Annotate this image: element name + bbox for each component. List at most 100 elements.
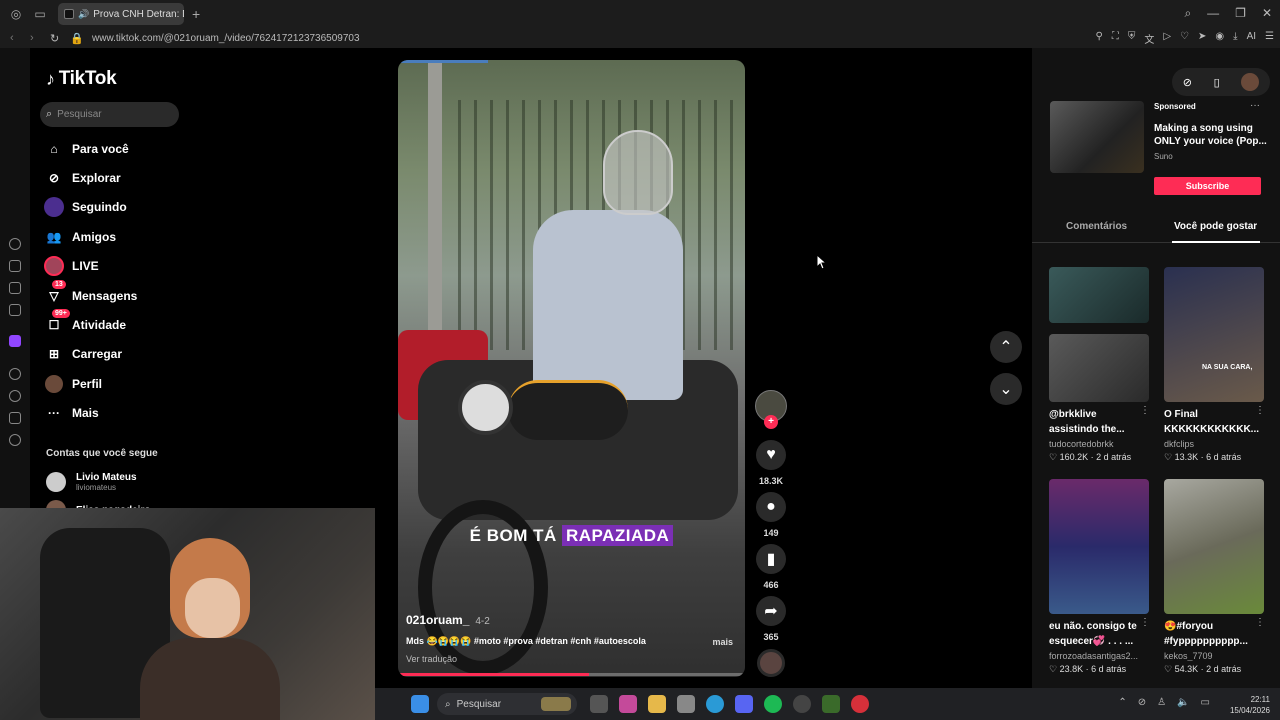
- history-icon[interactable]: [9, 238, 21, 250]
- heart-icon[interactable]: ♡: [1180, 31, 1189, 46]
- compass-icon[interactable]: ⊘: [1183, 76, 1192, 89]
- ad-title[interactable]: Making a song using ONLY your voice (Pop…: [1154, 122, 1269, 148]
- like-button[interactable]: ♥: [756, 440, 786, 470]
- device-icon[interactable]: ▯: [1214, 76, 1220, 89]
- card-author[interactable]: kekos_7709: [1164, 651, 1264, 661]
- volume-icon[interactable]: 🔈: [1177, 697, 1189, 708]
- back-icon[interactable]: ‹: [10, 32, 20, 44]
- search-input[interactable]: [57, 109, 168, 120]
- sound-disc-icon[interactable]: [757, 649, 785, 677]
- comment-button[interactable]: ●: [756, 492, 786, 522]
- edge-icon[interactable]: [706, 695, 724, 713]
- follow-plus-button[interactable]: +: [764, 415, 778, 429]
- video-player[interactable]: É BOM TÁ RAPAZIADA 021oruam_ 4-2 Mds 😂😭😭😭…: [398, 60, 745, 677]
- task-view-icon[interactable]: [590, 695, 608, 713]
- file-explorer-icon[interactable]: [648, 695, 666, 713]
- store-icon[interactable]: [677, 695, 695, 713]
- browser-tab[interactable]: 🔊 Prova CNH Detran: Di: [58, 3, 184, 25]
- card-author[interactable]: tudocortedobrkk: [1049, 439, 1149, 449]
- bag-icon[interactable]: [9, 260, 21, 272]
- new-tab-button[interactable]: +: [192, 6, 200, 22]
- mic-icon[interactable]: ♙: [1157, 697, 1166, 708]
- notes-icon[interactable]: [9, 282, 21, 294]
- next-video-button[interactable]: ⌄: [990, 373, 1022, 405]
- menu-icon[interactable]: ☰: [1265, 31, 1274, 46]
- video-author[interactable]: 021oruam_ 4-2: [406, 613, 490, 627]
- shield-icon[interactable]: ⛨: [1128, 31, 1136, 46]
- extensions-icon[interactable]: [9, 412, 21, 424]
- nav-activity[interactable]: ☐ 99+ Atividade: [44, 309, 126, 336]
- ad-options-icon[interactable]: ···: [1250, 100, 1260, 111]
- nav-profile[interactable]: Perfil: [44, 373, 102, 395]
- tab-comments[interactable]: Comentários: [1066, 221, 1127, 232]
- more-link[interactable]: mais: [712, 637, 733, 647]
- settings-icon[interactable]: [9, 434, 21, 446]
- player-icon[interactable]: [9, 368, 21, 380]
- heart-outline-icon: ♡: [1164, 452, 1175, 462]
- speaker-icon[interactable]: 🔊: [78, 9, 89, 20]
- windows-start-icon[interactable]: [411, 695, 429, 713]
- play-icon[interactable]: ▷: [1163, 31, 1171, 46]
- close-button[interactable]: ✕: [1262, 6, 1272, 21]
- nav-explore[interactable]: ⊘ Explorar: [44, 167, 121, 189]
- minimize-button[interactable]: —: [1207, 6, 1219, 21]
- nav-friends[interactable]: 👥 Amigos: [44, 226, 117, 248]
- nav-more[interactable]: ··· Mais: [44, 402, 99, 424]
- nav-live[interactable]: LIVE: [44, 255, 99, 277]
- avatar[interactable]: [1241, 73, 1260, 91]
- mail-icon[interactable]: [9, 304, 21, 316]
- pin-icon[interactable]: ⚲: [1096, 31, 1103, 46]
- nav-upload[interactable]: ⊞ Carregar: [44, 343, 122, 365]
- browser-logo-icon[interactable]: ◎: [8, 6, 24, 22]
- taskbar-search[interactable]: ⌕ Pesquisar: [437, 693, 577, 715]
- card-options-icon[interactable]: ⋮: [1255, 405, 1280, 416]
- account-icon[interactable]: ◉: [1215, 31, 1224, 46]
- tab-you-may-like[interactable]: Você pode gostar: [1174, 221, 1257, 232]
- search-icon[interactable]: ⌕: [1184, 6, 1191, 21]
- clock-icon[interactable]: [9, 390, 21, 402]
- spotify-icon[interactable]: [764, 695, 782, 713]
- card-author[interactable]: dkfclips: [1164, 439, 1264, 449]
- nav-for-you[interactable]: ⌂ Para você: [44, 138, 128, 160]
- recommended-video-card[interactable]: NA SUA CARA, O Final KKKKKKKKKKKK... dkf…: [1164, 267, 1264, 463]
- discord-icon[interactable]: [735, 695, 753, 713]
- card-options-icon[interactable]: ⋮: [1255, 617, 1280, 628]
- recommended-video-card[interactable]: 😍#foryou #fypppppppppp... kekos_7709 ♡ 5…: [1164, 479, 1264, 675]
- video-progress-bar[interactable]: [398, 673, 745, 676]
- recommended-video-card[interactable]: eu não. consigo te esquecer💞 . . . ... f…: [1049, 479, 1149, 675]
- nav-following[interactable]: Seguindo: [44, 196, 127, 218]
- card-author[interactable]: forrozoadasantigas2...: [1049, 651, 1149, 661]
- translate-icon[interactable]: 文: [1144, 31, 1154, 46]
- url-field[interactable]: www.tiktok.com/@021oruam_/video/76241721…: [92, 33, 360, 44]
- previous-video-button[interactable]: ⌃: [990, 331, 1022, 363]
- reload-icon[interactable]: ↻: [50, 32, 60, 45]
- sidebar-toggle-icon[interactable]: ▭: [32, 6, 48, 22]
- widgets-icon[interactable]: [619, 695, 637, 713]
- followed-account[interactable]: Livio Mateus liviomateus: [46, 472, 137, 492]
- see-translation-link[interactable]: Ver tradução: [406, 654, 457, 664]
- save-button[interactable]: ▮: [756, 544, 786, 574]
- recommended-video-card[interactable]: @brkklive assistindo the... tudocortedob…: [1049, 267, 1149, 463]
- ai-icon[interactable]: AI: [1247, 31, 1256, 46]
- battery-icon[interactable]: ▭: [1201, 697, 1210, 708]
- ad-thumbnail[interactable]: [1050, 101, 1144, 173]
- nav-messages[interactable]: ▽ 13 Mensagens: [44, 280, 137, 307]
- network-icon[interactable]: ⊘: [1138, 697, 1146, 708]
- taskbar-clock[interactable]: 22:11 15/04/2026: [1230, 694, 1270, 716]
- chevron-up-icon[interactable]: ⌃: [1118, 697, 1126, 708]
- window-controls: ⌕ — ❐ ✕: [1184, 6, 1272, 21]
- obs-icon[interactable]: [793, 695, 811, 713]
- author-name[interactable]: 021oruam_: [406, 613, 469, 627]
- share-button[interactable]: ➦: [756, 596, 786, 626]
- send-icon[interactable]: ➤: [1198, 31, 1206, 46]
- restore-button[interactable]: ❐: [1235, 6, 1246, 21]
- tiktok-logo[interactable]: ♪ TikTok: [46, 68, 117, 90]
- subscribe-button[interactable]: Subscribe: [1154, 177, 1261, 195]
- app-icon[interactable]: [822, 695, 840, 713]
- twitch-icon[interactable]: [9, 335, 21, 347]
- opera-icon[interactable]: [851, 695, 869, 713]
- forward-icon[interactable]: ›: [30, 32, 40, 44]
- download-icon[interactable]: ⤓: [1233, 31, 1237, 46]
- sponsored-label: Sponsored: [1154, 102, 1196, 111]
- screenshot-icon[interactable]: ⛶: [1112, 31, 1119, 46]
